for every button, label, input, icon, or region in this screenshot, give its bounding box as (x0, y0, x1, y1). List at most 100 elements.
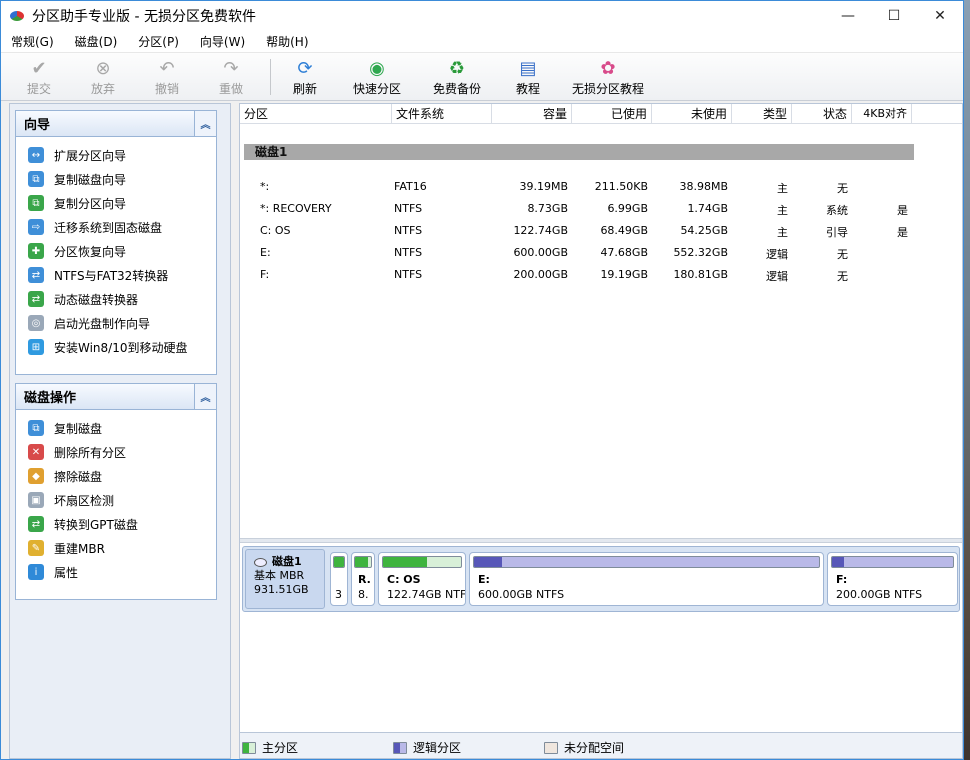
disk-group-header[interactable]: 磁盘1 (244, 144, 914, 160)
menu-wizard[interactable]: 向导(W) (200, 33, 245, 50)
cell-capacity: 200.00GB (513, 268, 568, 281)
refresh-button[interactable]: ⟳ 刷新 (293, 57, 317, 97)
cell-free: 180.81GB (673, 268, 728, 281)
migrate-ssd-icon: ⇨ (28, 219, 44, 235)
collapse-wizard-icon[interactable]: ︽ (194, 111, 216, 136)
recovery-icon: ✚ (28, 243, 44, 259)
cell-free: 552.32GB (673, 246, 728, 259)
wizard-extend-partition[interactable]: ↔ 扩展分区向导 (16, 143, 216, 167)
cell-filesystem: NTFS (394, 268, 423, 281)
disk-size: 931.51GB (254, 583, 309, 596)
discard-button[interactable]: ⊗ 放弃 (91, 57, 115, 97)
undo-button[interactable]: ↶ 撤销 (155, 57, 179, 97)
discard-icon: ⊗ (95, 57, 111, 79)
cell-status: 无 (837, 248, 848, 261)
wizard-copy-partition[interactable]: ⧉ 复制分区向导 (16, 191, 216, 215)
cell-capacity: 122.74GB (513, 224, 568, 237)
app-logo-icon (9, 8, 25, 24)
menu-help[interactable]: 帮助(H) (266, 33, 308, 50)
legend-logical-label: 逻辑分区 (413, 741, 462, 755)
table-row[interactable]: C: OS NTFS 122.74GB 68.49GB 54.25GB 主 引导… (240, 220, 960, 242)
toolbar-separator (270, 59, 271, 95)
disk-ops-panel: 磁盘操作 ︽ ⧉ 复制磁盘 ✕ 删除所有分区 ◆ 擦除磁盘 ▣ 坏扇区检测 ⇄ 转换到GP… (15, 383, 217, 600)
lossless-tutorial-label: 无损分区教程 (572, 82, 645, 96)
undo-label: 撤销 (155, 82, 180, 96)
disk-name: 磁盘1 (272, 555, 302, 568)
table-row[interactable]: *: RECOVERY NTFS 8.73GB 6.99GB 1.74GB 主 … (240, 198, 960, 220)
disk-op-delete-all[interactable]: ✕ 删除所有分区 (16, 440, 216, 464)
delete-icon: ✕ (28, 444, 44, 460)
col-status[interactable]: 状态 (792, 104, 852, 124)
wizard-partition-recovery[interactable]: ✚ 分区恢复向导 (16, 239, 216, 263)
close-button[interactable]: ✕ (917, 1, 963, 31)
table-row[interactable]: *: FAT16 39.19MB 211.50KB 38.98MB 主 无 (240, 176, 960, 198)
table-row[interactable]: F: NTFS 200.00GB 19.19GB 180.81GB 逻辑 无 (240, 264, 960, 286)
disk-op-rebuild-mbr[interactable]: ✎ 重建MBR (16, 536, 216, 560)
extend-partition-icon: ↔ (28, 147, 44, 163)
wizard-panel-header: 向导 ︽ (16, 111, 216, 137)
partition-block[interactable]: E: 600.00GB NTFS (469, 552, 824, 606)
title-bar: 分区助手专业版 - 无损分区免费软件 — ☐ ✕ (1, 1, 963, 31)
disk-op-wipe[interactable]: ◆ 擦除磁盘 (16, 464, 216, 488)
eraser-icon: ◆ (28, 468, 44, 484)
col-free[interactable]: 未使用 (652, 104, 732, 124)
wizard-copy-disk[interactable]: ⧉ 复制磁盘向导 (16, 167, 216, 191)
disk-op-to-gpt[interactable]: ⇄ 转换到GPT磁盘 (16, 512, 216, 536)
item-label: 迁移系统到固态磁盘 (54, 220, 163, 235)
col-partition[interactable]: 分区 (240, 104, 392, 124)
free-backup-label: 免费备份 (433, 82, 482, 96)
quick-partition-icon: ◉ (369, 57, 385, 79)
cell-partition: C: OS (260, 224, 291, 237)
toolbar: ✔ 提交 ⊗ 放弃 ↶ 撤销 ↷ 重做 ⟳ 刷新 ◉ 快速分区 ♻ 免费备份 ▤ (1, 53, 963, 101)
primary-swatch (242, 741, 256, 754)
maximize-button[interactable]: ☐ (871, 1, 917, 31)
cell-free: 1.74GB (687, 202, 728, 215)
collapse-disk-ops-icon[interactable]: ︽ (194, 384, 216, 409)
partition-name: F: (836, 573, 848, 586)
partition-block[interactable]: R. 8. (351, 552, 375, 606)
refresh-icon: ⟳ (297, 57, 313, 79)
menu-general[interactable]: 常规(G) (11, 33, 54, 50)
disk-info-card[interactable]: 磁盘1 基本 MBR 931.51GB (245, 549, 325, 609)
submit-button[interactable]: ✔ 提交 (27, 57, 51, 97)
partition-name: C: OS (387, 573, 421, 586)
disk-op-properties[interactable]: i 属性 (16, 560, 216, 584)
pane-splitter[interactable] (240, 538, 962, 543)
col-filesystem[interactable]: 文件系统 (392, 104, 492, 124)
table-row[interactable]: E: NTFS 600.00GB 47.68GB 552.32GB 逻辑 无 (240, 242, 960, 264)
partition-block[interactable]: 3 (330, 552, 348, 606)
wizard-boot-cd[interactable]: ◎ 启动光盘制作向导 (16, 311, 216, 335)
cell-free: 38.98MB (679, 180, 728, 193)
item-label: 转换到GPT磁盘 (54, 517, 138, 532)
copy-disk-icon: ⧉ (28, 171, 44, 187)
free-backup-button[interactable]: ♻ 免费备份 (433, 57, 481, 97)
menu-disk[interactable]: 磁盘(D) (75, 33, 118, 50)
logical-swatch (393, 741, 407, 754)
partition-block[interactable]: F: 200.00GB NTFS (827, 552, 958, 606)
wizard-ntfs-fat32[interactable]: ⇄ NTFS与FAT32转换器 (16, 263, 216, 287)
quick-partition-button[interactable]: ◉ 快速分区 (353, 57, 401, 97)
redo-button[interactable]: ↷ 重做 (219, 57, 243, 97)
wizard-win-to-go[interactable]: ⊞ 安装Win8/10到移动硬盘 (16, 335, 216, 359)
unallocated-swatch (544, 741, 558, 754)
disk-op-copy[interactable]: ⧉ 复制磁盘 (16, 416, 216, 440)
tutorial-button[interactable]: ▤ 教程 (516, 57, 540, 97)
partition-name: E: (478, 573, 490, 586)
wizard-migrate-os[interactable]: ⇨ 迁移系统到固态磁盘 (16, 215, 216, 239)
item-label: 重建MBR (54, 541, 105, 556)
col-used[interactable]: 已使用 (572, 104, 652, 124)
menu-partition[interactable]: 分区(P) (138, 33, 179, 50)
col-capacity[interactable]: 容量 (492, 104, 572, 124)
wizard-dynamic-disk[interactable]: ⇄ 动态磁盘转换器 (16, 287, 216, 311)
partition-block[interactable]: C: OS 122.74GB NTFS (378, 552, 466, 606)
item-label: 扩展分区向导 (54, 148, 127, 163)
cell-used: 211.50KB (594, 180, 648, 193)
main-pane: 分区 文件系统 容量 已使用 未使用 类型 状态 4KB对齐 磁盘1 *: FA… (239, 103, 963, 759)
convert-gpt-icon: ⇄ (28, 516, 44, 532)
lossless-tutorial-button[interactable]: ✿ 无损分区教程 (572, 57, 644, 97)
col-4k-align[interactable]: 4KB对齐 (852, 104, 912, 124)
cell-type: 主 (777, 226, 788, 239)
disk-op-bad-sector[interactable]: ▣ 坏扇区检测 (16, 488, 216, 512)
minimize-button[interactable]: — (825, 1, 871, 31)
col-type[interactable]: 类型 (732, 104, 792, 124)
